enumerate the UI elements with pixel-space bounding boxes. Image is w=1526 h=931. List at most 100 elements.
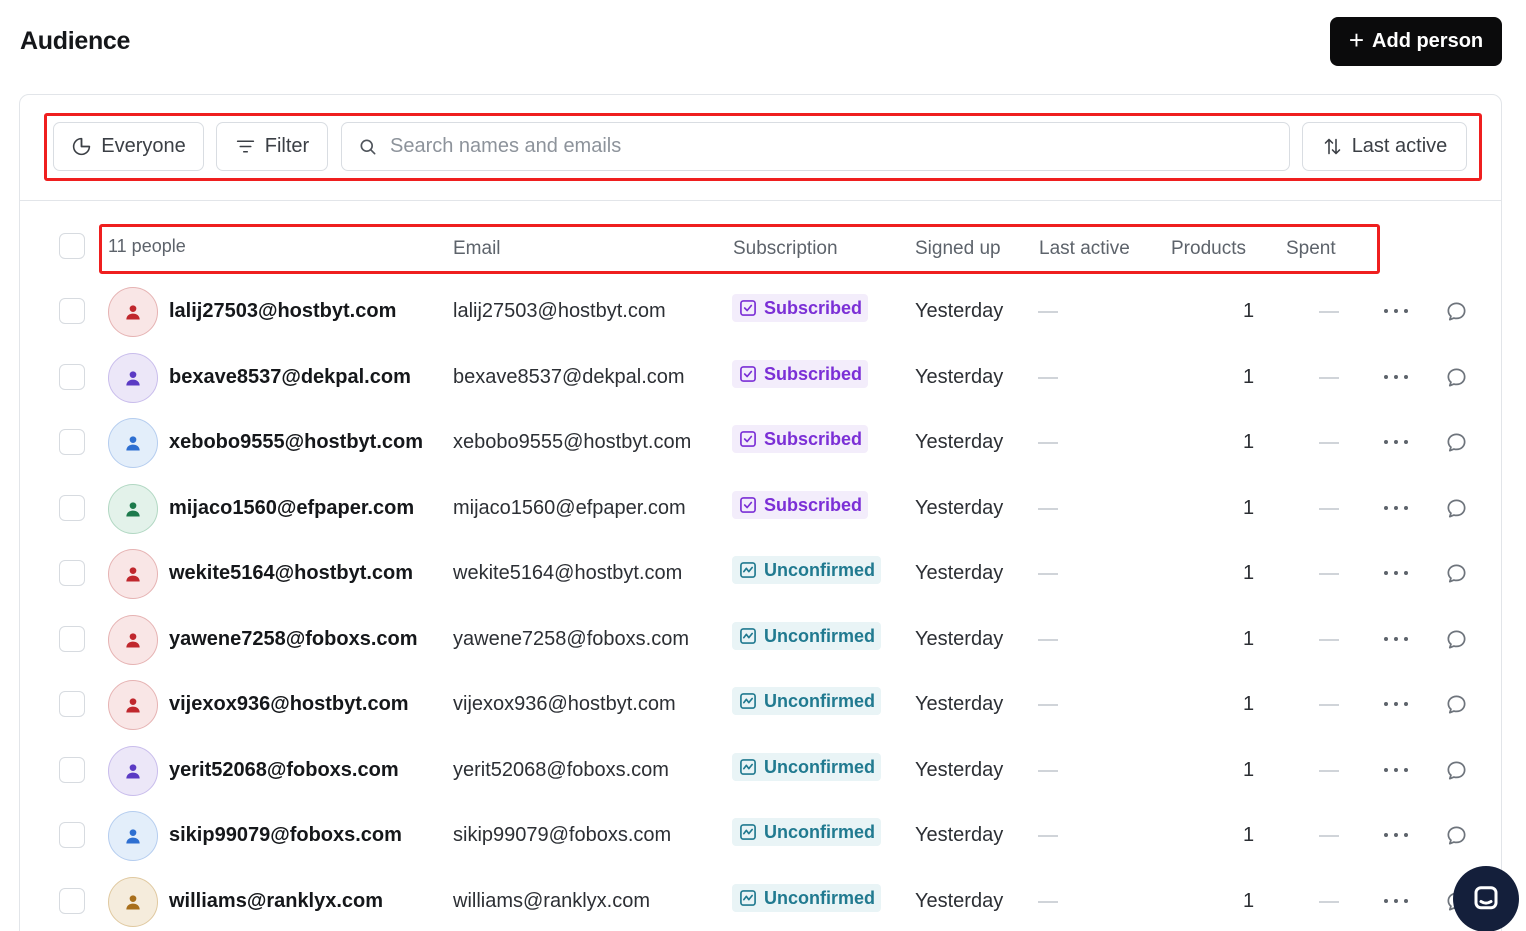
table-row[interactable]: lalij27503@hostbyt.com lalij27503@hostby… xyxy=(0,287,1526,352)
row-checkbox[interactable] xyxy=(59,364,85,390)
more-horizontal-icon[interactable] xyxy=(1384,301,1408,321)
last-active-empty xyxy=(1038,508,1058,510)
search-input[interactable] xyxy=(390,126,1289,167)
signed-up-value: Yesterday xyxy=(915,497,1004,519)
table-row[interactable]: yawene7258@foboxs.com yawene7258@foboxs.… xyxy=(0,615,1526,680)
member-email: mijaco1560@efpaper.com xyxy=(453,497,686,519)
comment-icon[interactable] xyxy=(1445,431,1468,454)
person-icon xyxy=(126,502,140,517)
products-count: 1 xyxy=(1243,431,1255,453)
search-box xyxy=(341,122,1290,171)
signed-up-value: Yesterday xyxy=(915,824,1004,846)
comment-icon[interactable] xyxy=(1445,628,1468,651)
table-row[interactable]: yerit52068@foboxs.com yerit52068@foboxs.… xyxy=(0,746,1526,811)
signed-up-value: Yesterday xyxy=(915,693,1004,715)
member-name[interactable]: lalij27503@hostbyt.com xyxy=(169,300,396,323)
table-row[interactable]: wekite5164@hostbyt.com wekite5164@hostby… xyxy=(0,549,1526,614)
table-row[interactable]: xebobo9555@hostbyt.com xebobo9555@hostby… xyxy=(0,418,1526,483)
more-horizontal-icon[interactable] xyxy=(1384,825,1408,845)
status-label: Unconfirmed xyxy=(764,756,876,777)
more-horizontal-icon[interactable] xyxy=(1384,498,1408,518)
row-checkbox[interactable] xyxy=(59,757,85,783)
member-name[interactable]: williams@ranklyx.com xyxy=(169,890,383,913)
person-icon xyxy=(126,633,140,648)
table-row[interactable]: mijaco1560@efpaper.com mijaco1560@efpape… xyxy=(0,484,1526,549)
signed-up-value: Yesterday xyxy=(915,628,1004,650)
member-name[interactable]: vijexox936@hostbyt.com xyxy=(169,693,409,716)
checkbox-checked-icon xyxy=(740,366,756,382)
member-name[interactable]: yerit52068@foboxs.com xyxy=(169,759,399,782)
more-horizontal-icon[interactable] xyxy=(1384,694,1408,714)
status-label: Subscribed xyxy=(764,428,863,449)
avatar xyxy=(108,811,158,861)
more-horizontal-icon[interactable] xyxy=(1384,432,1408,452)
products-count: 1 xyxy=(1243,562,1255,584)
column-header-email[interactable]: Email xyxy=(453,238,501,260)
segment-everyone-button[interactable]: Everyone xyxy=(53,122,204,171)
spent-empty xyxy=(1319,639,1339,641)
comment-icon[interactable] xyxy=(1445,300,1468,323)
last-active-empty xyxy=(1038,377,1058,379)
member-name[interactable]: sikip99079@foboxs.com xyxy=(169,824,402,847)
spent-empty xyxy=(1319,704,1339,706)
sort-last-active-button[interactable]: Last active xyxy=(1302,122,1467,171)
spent-empty xyxy=(1319,508,1339,510)
more-horizontal-icon[interactable] xyxy=(1384,367,1408,387)
column-header-signed-up[interactable]: Signed up xyxy=(915,238,1001,260)
chat-widget-button[interactable] xyxy=(1453,866,1519,931)
activity-icon xyxy=(740,628,756,644)
member-name[interactable]: mijaco1560@efpaper.com xyxy=(169,497,414,520)
row-checkbox[interactable] xyxy=(59,495,85,521)
column-header-subscription[interactable]: Subscription xyxy=(733,238,838,260)
row-checkbox[interactable] xyxy=(59,429,85,455)
more-horizontal-icon[interactable] xyxy=(1384,629,1408,649)
comment-icon[interactable] xyxy=(1445,497,1468,520)
add-person-button[interactable]: + Add person xyxy=(1330,17,1502,66)
member-email: bexave8537@dekpal.com xyxy=(453,366,685,388)
member-name[interactable]: wekite5164@hostbyt.com xyxy=(169,562,413,585)
person-icon xyxy=(126,436,140,451)
comment-icon[interactable] xyxy=(1445,759,1468,782)
row-checkbox[interactable] xyxy=(59,626,85,652)
checkbox-checked-icon xyxy=(740,497,756,513)
filter-button[interactable]: Filter xyxy=(216,122,328,171)
status-label: Subscribed xyxy=(764,363,863,384)
spent-empty xyxy=(1319,377,1339,379)
table-row[interactable]: williams@ranklyx.com williams@ranklyx.co… xyxy=(0,877,1526,931)
row-checkbox[interactable] xyxy=(59,822,85,848)
sort-arrows-icon xyxy=(1324,138,1340,155)
row-checkbox[interactable] xyxy=(59,691,85,717)
status-badge: Unconfirmed xyxy=(732,556,882,584)
activity-icon xyxy=(740,693,756,709)
avatar xyxy=(108,353,158,403)
column-header-spent[interactable]: Spent xyxy=(1286,238,1336,260)
table-row[interactable]: sikip99079@foboxs.com sikip99079@foboxs.… xyxy=(0,811,1526,876)
comment-icon[interactable] xyxy=(1445,562,1468,585)
column-header-products[interactable]: Products xyxy=(1171,238,1246,260)
status-badge: Subscribed xyxy=(732,360,869,388)
comment-icon[interactable] xyxy=(1445,824,1468,847)
status-badge: Unconfirmed xyxy=(732,753,882,781)
search-icon xyxy=(360,139,376,154)
avatar xyxy=(108,877,158,927)
signed-up-value: Yesterday xyxy=(915,759,1004,781)
row-checkbox[interactable] xyxy=(59,888,85,914)
select-all-checkbox[interactable] xyxy=(59,233,85,259)
row-checkbox[interactable] xyxy=(59,298,85,324)
member-name[interactable]: bexave8537@dekpal.com xyxy=(169,366,411,389)
more-horizontal-icon[interactable] xyxy=(1384,563,1408,583)
comment-icon[interactable] xyxy=(1445,366,1468,389)
table-row[interactable]: vijexox936@hostbyt.com vijexox936@hostby… xyxy=(0,680,1526,745)
member-name[interactable]: yawene7258@foboxs.com xyxy=(169,628,418,651)
status-label: Subscribed xyxy=(764,494,863,515)
more-horizontal-icon[interactable] xyxy=(1384,760,1408,780)
signed-up-value: Yesterday xyxy=(915,562,1004,584)
more-horizontal-icon[interactable] xyxy=(1384,891,1408,911)
products-count: 1 xyxy=(1243,628,1255,650)
comment-icon[interactable] xyxy=(1445,693,1468,716)
table-row[interactable]: bexave8537@dekpal.com bexave8537@dekpal.… xyxy=(0,353,1526,418)
row-checkbox[interactable] xyxy=(59,560,85,586)
member-name[interactable]: xebobo9555@hostbyt.com xyxy=(169,431,423,454)
activity-icon xyxy=(740,824,756,840)
column-header-last-active[interactable]: Last active xyxy=(1039,238,1130,260)
